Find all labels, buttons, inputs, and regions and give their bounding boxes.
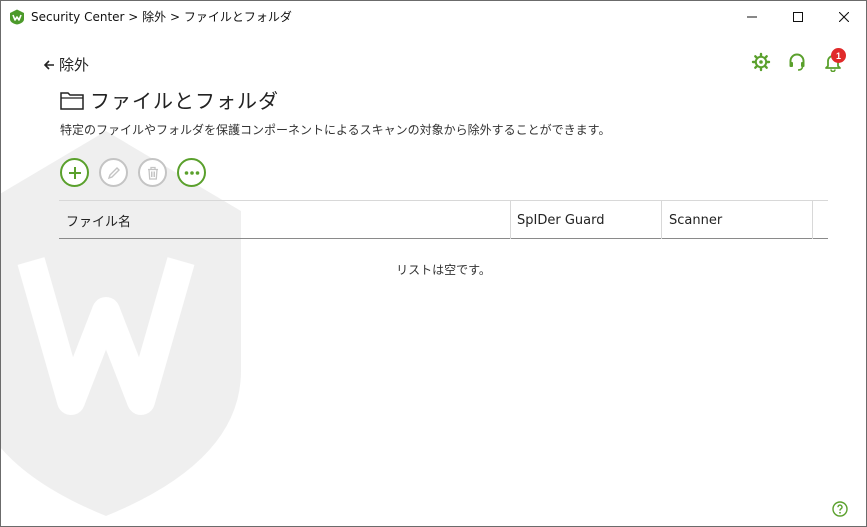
minimize-button[interactable] <box>729 1 775 32</box>
page-description: 特定のファイルやフォルダを保護コンポーネントによるスキャンの対象から除外すること… <box>60 123 611 137</box>
maximize-button[interactable] <box>775 1 821 32</box>
close-icon <box>839 11 849 22</box>
column-header-spider-guard[interactable]: SpIDer Guard <box>511 201 662 239</box>
table-header: ファイル名 SpIDer Guard Scanner <box>59 200 828 239</box>
delete-button[interactable] <box>138 158 167 187</box>
close-button[interactable] <box>821 1 866 32</box>
title-bar: Security Center > 除外 > ファイルとフォルダ <box>1 1 866 32</box>
gear-icon[interactable] <box>751 52 771 72</box>
arrow-left-icon <box>43 59 54 70</box>
more-dots-icon <box>184 170 199 175</box>
notification-badge: 1 <box>831 48 846 63</box>
trash-icon <box>147 166 158 180</box>
empty-list-message: リストは空です。 <box>396 263 491 277</box>
maximize-icon <box>793 11 803 22</box>
add-button[interactable] <box>60 158 89 187</box>
column-header-scanner[interactable]: Scanner <box>662 201 813 239</box>
dr-web-logo-icon <box>10 9 24 25</box>
pencil-icon <box>107 166 120 179</box>
page-heading: ファイルとフォルダ <box>60 85 279 114</box>
app-window: Security Center > 除外 > ファイルとフォルダ 1 除外 ファ… <box>0 0 867 527</box>
back-link[interactable]: 除外 <box>43 54 89 75</box>
column-header-filename[interactable]: ファイル名 <box>59 201 511 239</box>
window-title: Security Center > 除外 > ファイルとフォルダ <box>31 10 292 24</box>
folder-icon <box>60 91 84 110</box>
edit-button[interactable] <box>99 158 128 187</box>
page-title: ファイルとフォルダ <box>90 89 279 113</box>
help-icon[interactable] <box>832 501 848 517</box>
more-button[interactable] <box>177 158 206 187</box>
headset-icon[interactable] <box>787 52 807 72</box>
back-label: 除外 <box>59 56 90 74</box>
toolbar <box>60 158 206 187</box>
minimize-icon <box>747 16 757 17</box>
plus-icon <box>68 166 81 179</box>
